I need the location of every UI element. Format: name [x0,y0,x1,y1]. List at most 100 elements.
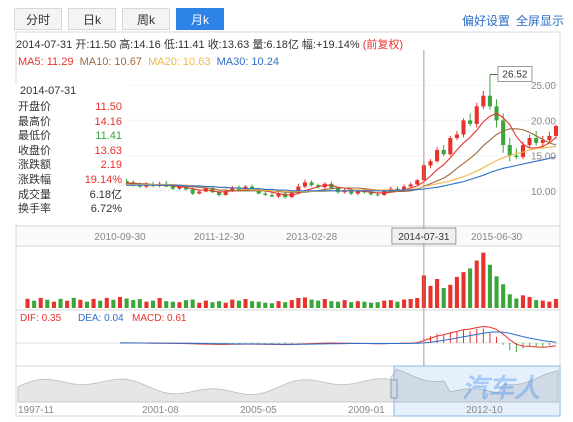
candle-body [547,135,552,141]
volume-bar [428,285,433,308]
info-row-label: 涨跌额 [18,159,51,172]
volume-bar [164,301,169,308]
volume-bar [322,299,327,308]
info-row-value: 11.41 [95,130,122,143]
volume-bar [184,300,189,308]
candle-body [197,191,202,194]
volume-bar [45,299,50,308]
volume-bar [461,272,466,308]
date-tick-label: 2014-07-31 [398,232,450,243]
volume-bar [51,301,56,308]
volume-bar [375,302,380,308]
volume-bar [263,302,268,308]
ma30-line [120,156,557,192]
volume-bar [78,299,83,308]
volume-bar [468,268,473,308]
volume-bar [269,303,274,308]
overview-handle-left [390,379,398,399]
info-row-label: 最低价 [18,130,51,143]
candle-body [408,184,413,187]
info-row-label: 成交量 [18,188,51,201]
volume-bar [395,301,400,308]
volume-bar [342,300,347,308]
volume-bar [448,284,453,308]
volume-bar [32,300,37,308]
info-row-label: 涨跌幅 [18,174,51,186]
candle-body [375,194,380,196]
volume-bar [296,297,301,308]
dea-line [120,331,557,345]
volume-bar [197,302,202,308]
volume-bar [38,297,43,308]
volume-bar [170,301,175,308]
volume-bar [507,294,512,308]
info-row-value: 6.18亿 [89,188,122,201]
candle-body [481,95,486,107]
candle-body [263,193,268,196]
candle-body [170,186,175,189]
volume-bar [177,302,182,308]
macd-legend-label: MACD: 0.61 [132,313,187,324]
candle-body [474,106,479,124]
candle-body [534,138,539,143]
info-date: 2014-07-31 [20,85,77,97]
volume-bar [98,300,103,308]
volume-bar [534,300,539,308]
volume-bar [514,298,519,308]
volume-bar [388,300,393,308]
volume-bar [316,300,321,308]
volume-bar [124,298,129,308]
watermark: 汽车人 [462,373,541,403]
info-row: 最低价 11.41 [18,129,122,143]
info-row-value: 2.19 [100,159,122,172]
volume-bar [250,301,255,308]
info-row-value: 6.72% [90,203,122,216]
volume-bar [236,300,241,308]
ma10-line [120,128,557,193]
candle-body [461,120,466,135]
candle-body [514,155,519,158]
volume-bar [210,302,215,308]
volume-bar [276,301,281,308]
date-tick-label: 2011-12-30 [194,232,245,243]
volume-bar [157,297,162,308]
candle-body [448,138,453,155]
info-row: 最高价 14.16 [18,115,122,129]
price-tick-label: 20.00 [531,116,556,127]
volume-bar [203,300,208,308]
volume-bar [474,260,479,308]
candle-body [487,95,492,107]
volume-bar [243,299,248,308]
volume-bar [217,301,222,308]
info-row-value: 11.50 [95,101,122,113]
price-tick-label: 10.00 [531,187,556,198]
macd-legend-label: DEA: 0.04 [78,313,124,324]
volume-bar [540,300,545,308]
candle-body [269,195,274,197]
volume-bar [65,300,70,308]
volume-bar [487,264,492,308]
volume-bar [71,297,76,308]
volume-bar [402,299,407,308]
macd-legend-label: DIF: 0.35 [20,313,62,324]
peak-label: 26.52 [502,69,527,80]
overview-tick-label: 2009-01 [348,405,385,416]
volume-bar [481,252,486,308]
info-row-label: 收盘价 [18,144,51,157]
volume-bar [415,297,420,308]
volume-bar [527,296,532,308]
info-row: 开盘价 11.50 [18,100,122,114]
ma5-line [119,112,557,196]
date-tick-label: 2013-02-28 [286,232,338,243]
volume-bar [289,300,294,308]
candle-body [553,126,559,136]
volume-bar [355,301,360,308]
info-row-label: 换手率 [18,203,51,216]
volume-bar [283,302,288,308]
volume-bar [329,301,334,308]
overview-tick-label: 2001-08 [142,405,179,416]
volume-bar [190,299,195,308]
volume-bar [335,301,341,308]
volume-bar [547,301,552,308]
info-row: 成交量 6.18亿 [18,188,122,202]
